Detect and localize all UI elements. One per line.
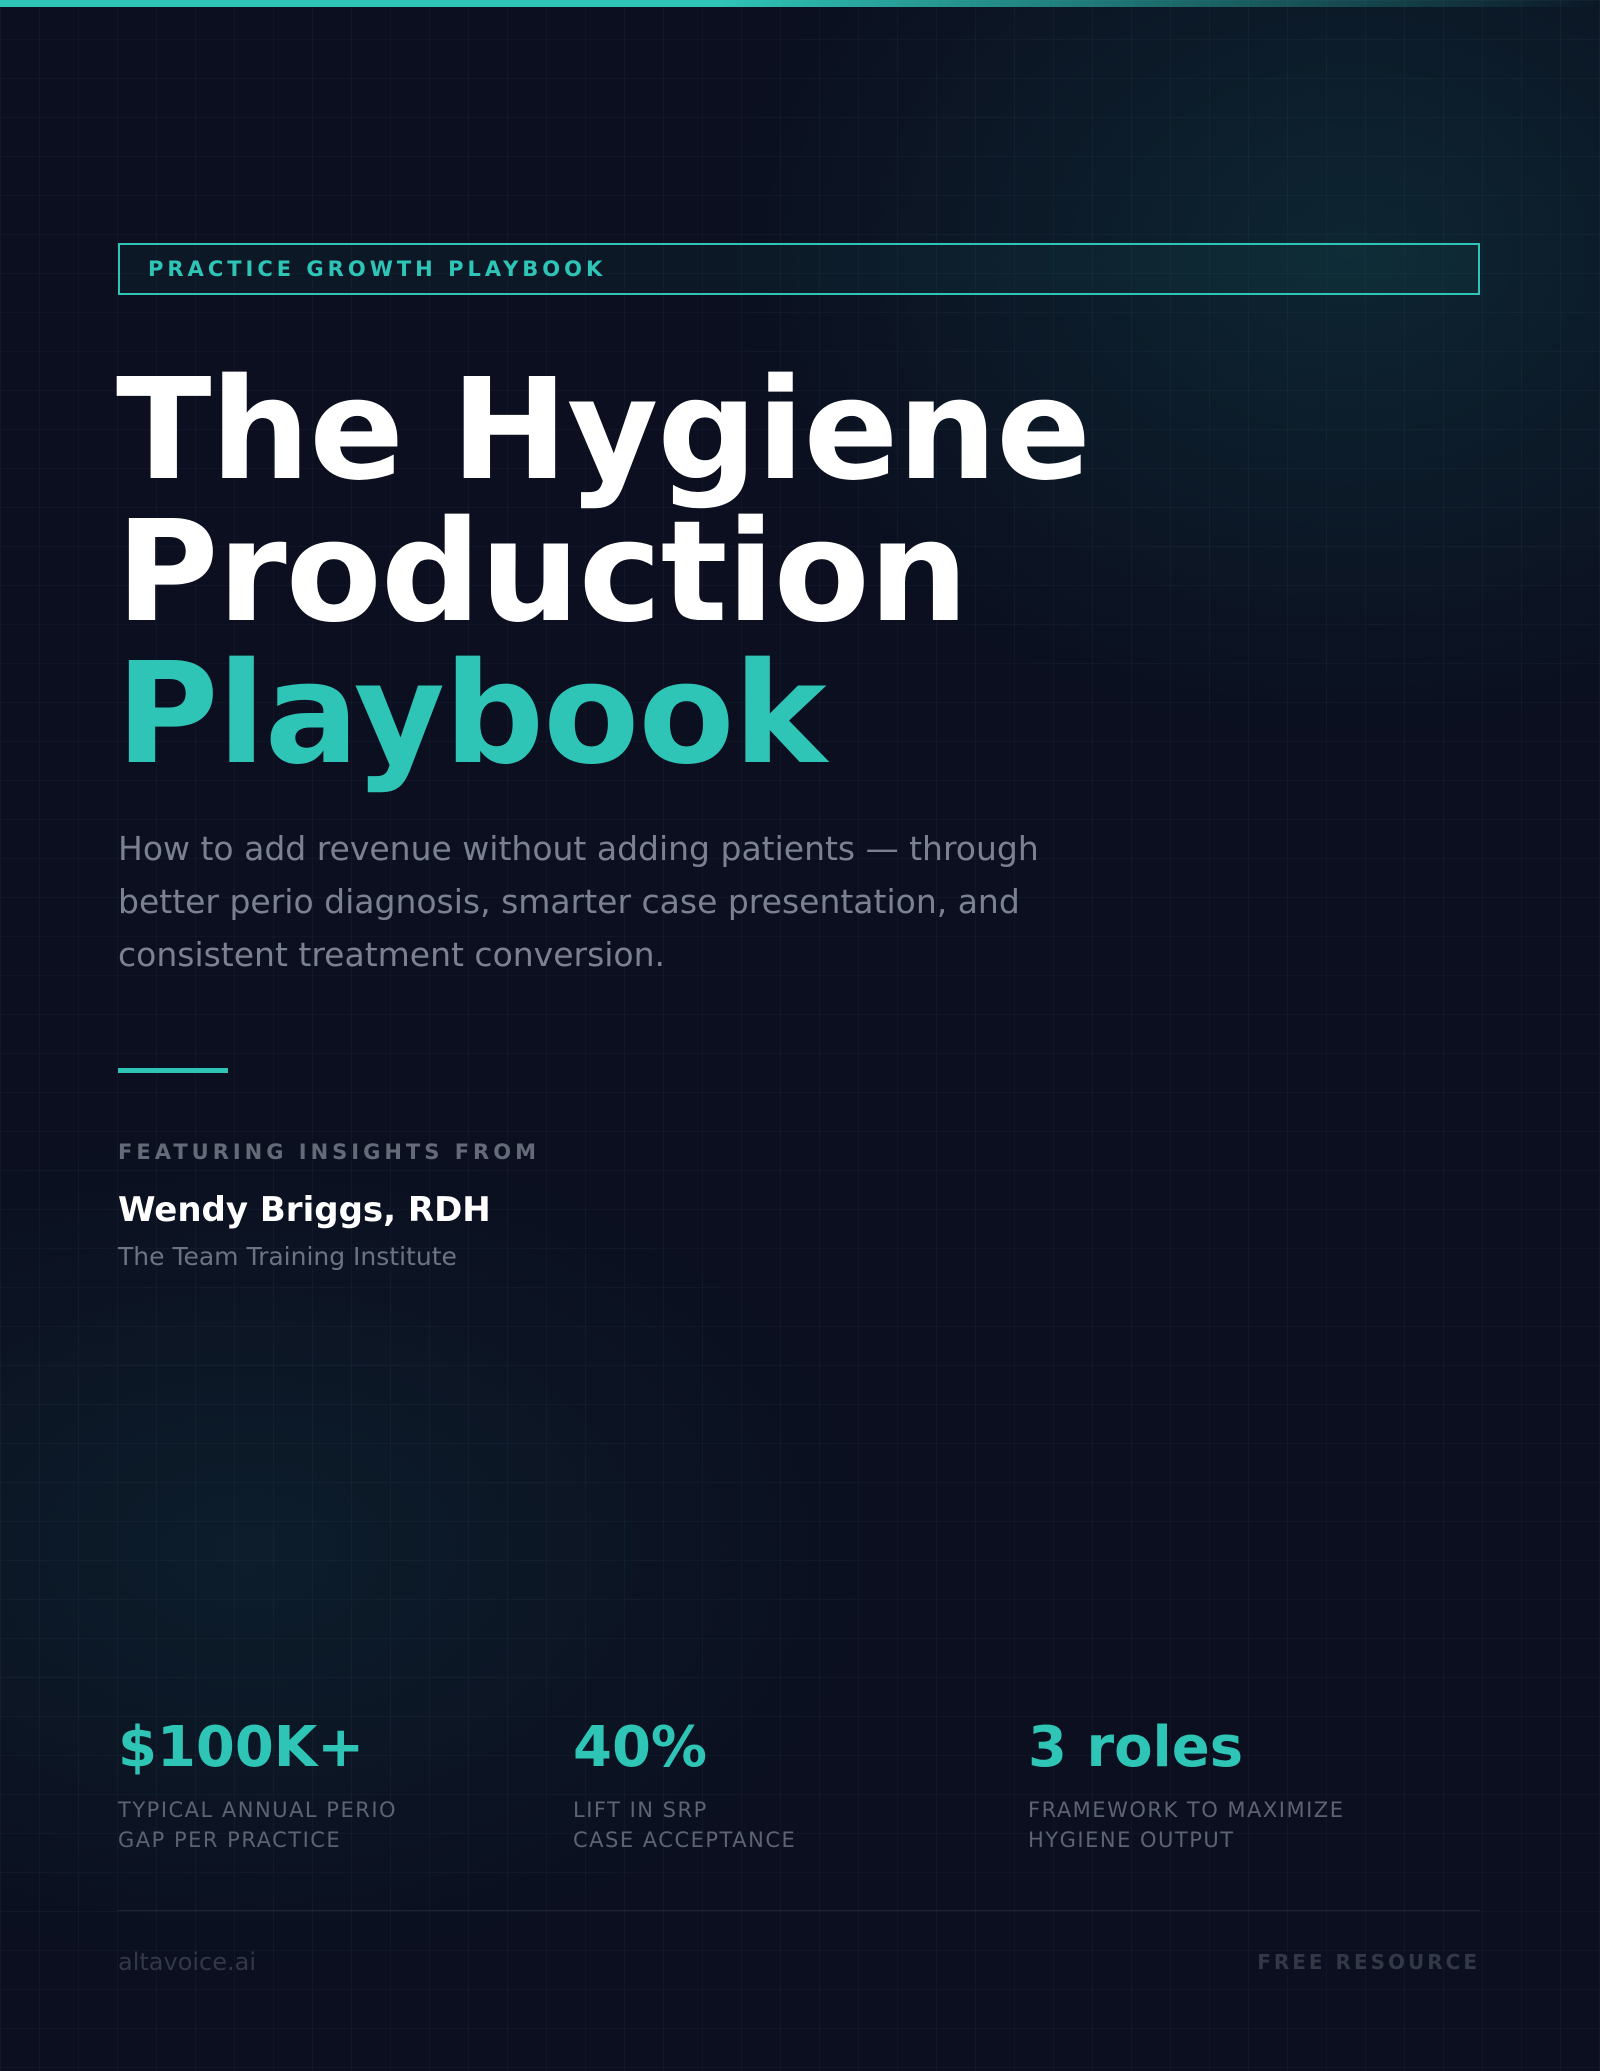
stat-label: FRAMEWORK TO MAXIMIZE HYGIENE OUTPUT — [1028, 1795, 1448, 1855]
stat-perio-gap: $100K+ TYPICAL ANNUAL PERIO GAP PER PRAC… — [118, 1715, 538, 1855]
eyebrow-banner: PRACTICE GROWTH PLAYBOOK — [118, 243, 1480, 295]
subtitle: How to add revenue without adding patien… — [118, 829, 1039, 974]
stat-three-roles: 3 roles FRAMEWORK TO MAXIMIZE HYGIENE OU… — [1028, 1715, 1448, 1855]
title-line-3: Playbook — [116, 633, 827, 796]
author-organization: The Team Training Institute — [118, 1242, 457, 1271]
featuring-label: FEATURING INSIGHTS FROM — [118, 1140, 540, 1164]
stat-label-line: CASE ACCEPTANCE — [573, 1828, 797, 1852]
page-title: The Hygiene Production Playbook — [116, 349, 1091, 796]
stat-label-line: TYPICAL ANNUAL PERIO — [118, 1798, 398, 1822]
stat-label: LIFT IN SRP CASE ACCEPTANCE — [573, 1795, 993, 1855]
accent-divider — [118, 1068, 228, 1073]
top-accent-bar — [0, 0, 1600, 7]
footer-website-link[interactable]: altavoice.ai — [118, 1948, 256, 1976]
title-line-1: The Hygiene — [116, 349, 1091, 512]
stat-value: 40% — [573, 1715, 708, 1780]
stat-label-line: FRAMEWORK TO MAXIMIZE — [1028, 1798, 1345, 1822]
stat-value: 3 roles — [1028, 1715, 1244, 1780]
stat-value: $100K+ — [118, 1715, 365, 1780]
footer-badge: FREE RESOURCE — [1257, 1950, 1480, 1974]
eyebrow-text: PRACTICE GROWTH PLAYBOOK — [148, 257, 607, 281]
stat-label: TYPICAL ANNUAL PERIO GAP PER PRACTICE — [118, 1795, 538, 1855]
footer-divider — [118, 1910, 1480, 1911]
cover-page: PRACTICE GROWTH PLAYBOOK The Hygiene Pro… — [0, 0, 1600, 2071]
author-name: Wendy Briggs, RDH — [118, 1190, 491, 1230]
stat-label-line: GAP PER PRACTICE — [118, 1828, 342, 1852]
stat-label-line: LIFT IN SRP — [573, 1798, 708, 1822]
title-line-2: Production — [116, 491, 968, 654]
stat-label-line: HYGIENE OUTPUT — [1028, 1828, 1235, 1852]
stat-srp-lift: 40% LIFT IN SRP CASE ACCEPTANCE — [573, 1715, 993, 1855]
